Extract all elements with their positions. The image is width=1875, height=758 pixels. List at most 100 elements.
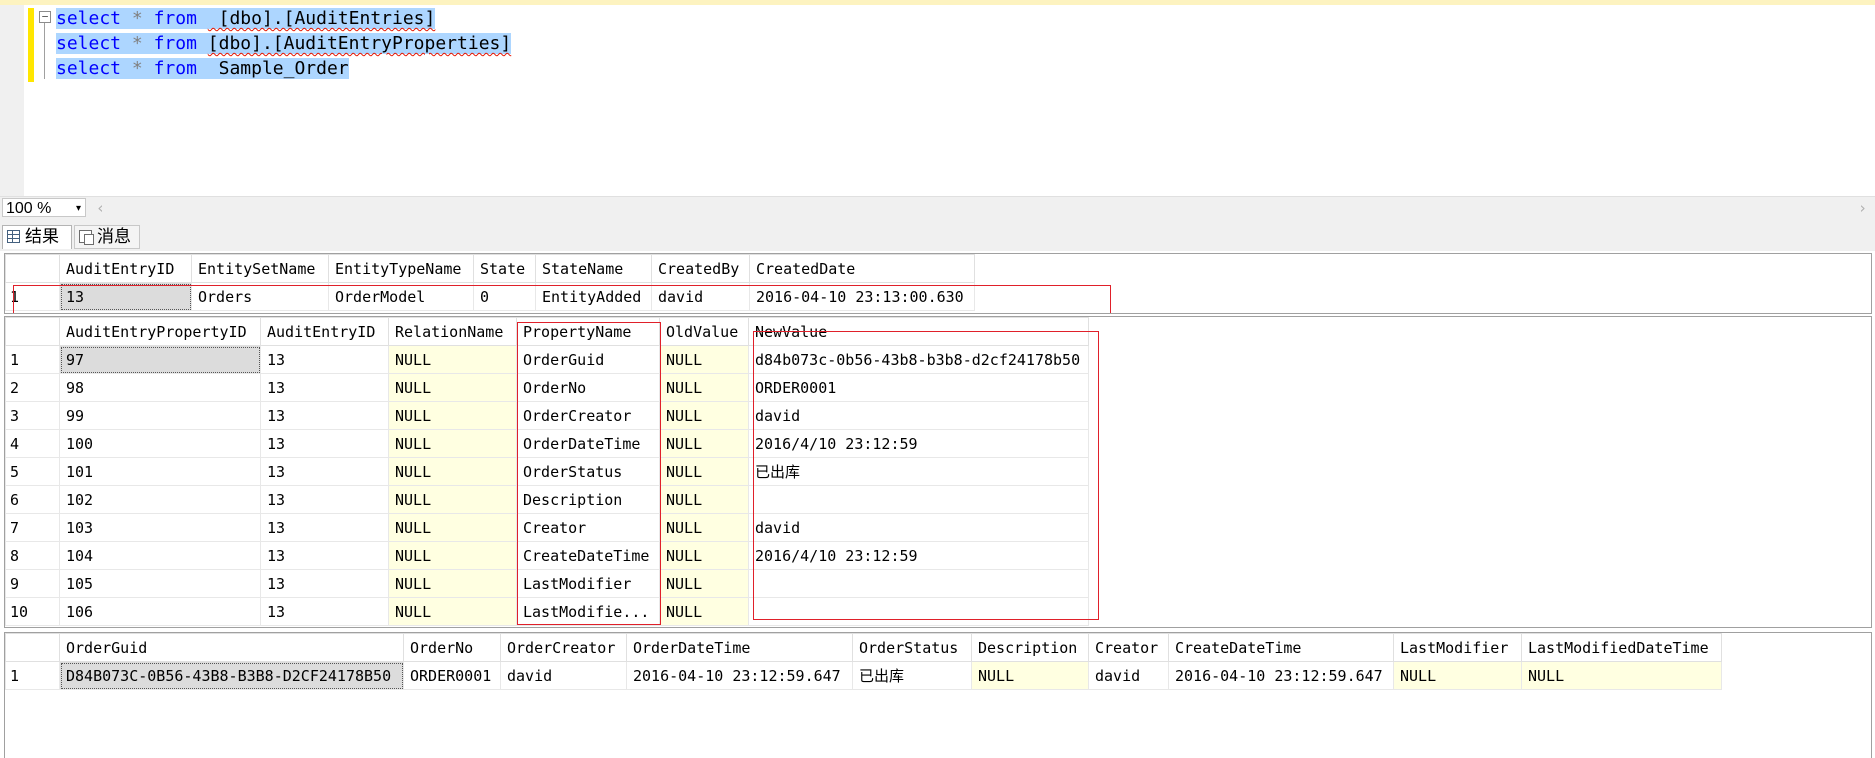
table-row[interactable]: 1 97 13 NULL OrderGuid NULL d84b073c-0b56-43b8… (5, 345, 1089, 374)
row-number[interactable]: 10 (5, 597, 60, 626)
column-header[interactable]: AuditEntryID (59, 254, 192, 283)
table-cell[interactable]: NULL (388, 569, 517, 598)
table-cell[interactable]: 102 (59, 485, 261, 514)
table-cell[interactable]: 13 (59, 282, 192, 311)
table-cell[interactable]: ORDER0001 (403, 661, 501, 690)
column-header[interactable]: AuditEntryID (260, 317, 389, 346)
table-cell[interactable]: 13 (260, 597, 389, 626)
column-header[interactable]: LastModifier (1393, 633, 1522, 662)
table-row[interactable]: 7 103 13 NULL Creator NULL david (5, 513, 1089, 542)
table-cell[interactable]: 104 (59, 541, 261, 570)
collapse-icon[interactable]: − (39, 11, 51, 23)
column-header[interactable]: PropertyName (516, 317, 660, 346)
row-number[interactable]: 7 (5, 513, 60, 542)
table-cell[interactable]: Orders (191, 282, 329, 311)
table-cell[interactable]: OrderDateTime (516, 429, 660, 458)
table-cell[interactable]: david (748, 401, 1089, 430)
table-cell[interactable]: 2016-04-10 23:13:00.630 (749, 282, 975, 311)
table-cell[interactable]: NULL (659, 485, 749, 514)
table-cell[interactable] (748, 569, 1089, 598)
column-header[interactable]: AuditEntryPropertyID (59, 317, 261, 346)
table-cell[interactable]: NULL (388, 429, 517, 458)
table-row[interactable]: 5 101 13 NULL OrderStatus NULL 已出库 (5, 457, 1089, 486)
table-cell[interactable]: NULL (971, 661, 1089, 690)
table-cell[interactable]: NULL (659, 541, 749, 570)
row-number[interactable]: 9 (5, 569, 60, 598)
result-grid-sample-order[interactable]: OrderGuid OrderNo OrderCreator OrderDate… (4, 632, 1872, 758)
column-header[interactable]: OrderNo (403, 633, 501, 662)
row-number[interactable]: 3 (5, 401, 60, 430)
table-cell[interactable]: 已出库 (748, 457, 1089, 486)
column-header[interactable]: OrderDateTime (626, 633, 853, 662)
table-cell[interactable]: LastModifie... (516, 597, 660, 626)
code-line-3[interactable]: select * from Sample_Order (56, 57, 349, 81)
table-cell[interactable]: NULL (388, 485, 517, 514)
table-cell[interactable]: 99 (59, 401, 261, 430)
table-row[interactable]: 6 102 13 NULL Description NULL (5, 485, 1089, 514)
table-cell[interactable] (748, 485, 1089, 514)
table-row[interactable]: 4 100 13 NULL OrderDateTime NULL 2016/4/10 23:… (5, 429, 1089, 458)
table-row[interactable]: 2 98 13 NULL OrderNo NULL ORDER0001 (5, 373, 1089, 402)
table-row[interactable]: 1 13 Orders OrderModel 0 EntityAdded dav… (5, 282, 975, 311)
row-number[interactable]: 4 (5, 429, 60, 458)
column-header[interactable]: CreateDateTime (1168, 633, 1394, 662)
table-cell[interactable]: 98 (59, 373, 261, 402)
table-cell[interactable]: NULL (388, 401, 517, 430)
table-cell[interactable]: OrderGuid (516, 345, 660, 374)
table-cell[interactable]: 13 (260, 485, 389, 514)
zoom-dropdown[interactable]: 100 % ▾ (2, 198, 86, 217)
row-number[interactable]: 6 (5, 485, 60, 514)
table-row[interactable]: 10 106 13 NULL LastModifie... NULL (5, 597, 1089, 626)
table-row[interactable]: 8 104 13 NULL CreateDateTime NULL 2016/4/10 23… (5, 541, 1089, 570)
column-header[interactable]: LastModifiedDateTime (1521, 633, 1722, 662)
result-grid-audit-entries[interactable]: AuditEntryID EntitySetName EntityTypeNam… (4, 253, 1872, 314)
table-cell[interactable] (748, 597, 1089, 626)
column-header[interactable]: EntityTypeName (328, 254, 474, 283)
row-number[interactable]: 1 (5, 661, 60, 690)
table-cell[interactable]: 已出库 (852, 661, 972, 690)
sql-editor[interactable]: − select * from [dbo].[AuditEntries] sel… (0, 0, 1875, 196)
column-header[interactable]: Creator (1088, 633, 1169, 662)
table-cell[interactable]: 13 (260, 401, 389, 430)
table-cell[interactable]: NULL (659, 569, 749, 598)
row-number-header[interactable] (5, 317, 60, 346)
table-cell[interactable]: NULL (388, 373, 517, 402)
table-cell[interactable]: NULL (659, 401, 749, 430)
table-cell[interactable]: NULL (388, 513, 517, 542)
table-cell[interactable]: Description (516, 485, 660, 514)
table-cell[interactable]: NULL (388, 457, 517, 486)
result-grid-audit-entry-properties[interactable]: AuditEntryPropertyID AuditEntryID Relati… (4, 316, 1872, 628)
table-cell[interactable]: 105 (59, 569, 261, 598)
table-cell[interactable]: 13 (260, 513, 389, 542)
tab-messages[interactable]: 消息 (74, 225, 140, 249)
row-number[interactable]: 8 (5, 541, 60, 570)
table-cell[interactable]: 0 (473, 282, 536, 311)
column-header[interactable]: NewValue (748, 317, 1089, 346)
table-cell[interactable]: EntityAdded (535, 282, 652, 311)
row-number-header[interactable] (5, 633, 60, 662)
table-cell[interactable]: 2016/4/10 23:12:59 (748, 541, 1089, 570)
table-cell[interactable]: 13 (260, 373, 389, 402)
table-cell[interactable]: 2016-04-10 23:12:59.647 (626, 661, 853, 690)
column-header[interactable]: RelationName (388, 317, 517, 346)
code-line-2[interactable]: select * from [dbo].[AuditEntryPropertie… (56, 32, 512, 56)
table-cell[interactable]: NULL (659, 457, 749, 486)
column-header[interactable]: Description (971, 633, 1089, 662)
table-cell[interactable]: 2016/4/10 23:12:59 (748, 429, 1089, 458)
row-number[interactable]: 1 (5, 345, 60, 374)
table-cell[interactable]: 103 (59, 513, 261, 542)
column-header[interactable]: OrderStatus (852, 633, 972, 662)
table-row[interactable]: 3 99 13 NULL OrderCreator NULL david (5, 401, 1089, 430)
column-header[interactable]: StateName (535, 254, 652, 283)
table-cell[interactable]: NULL (659, 513, 749, 542)
table-cell[interactable]: OrderModel (328, 282, 474, 311)
table-cell[interactable]: 13 (260, 569, 389, 598)
table-cell[interactable]: Creator (516, 513, 660, 542)
table-row[interactable]: 1 D84B073C-0B56-43B8-B3B8-D2CF24178B50 O… (5, 661, 1722, 690)
row-number[interactable]: 1 (5, 282, 60, 311)
table-cell[interactable]: 13 (260, 541, 389, 570)
row-number[interactable]: 5 (5, 457, 60, 486)
table-cell[interactable]: NULL (659, 597, 749, 626)
table-cell[interactable]: david (1088, 661, 1169, 690)
table-cell[interactable]: 101 (59, 457, 261, 486)
